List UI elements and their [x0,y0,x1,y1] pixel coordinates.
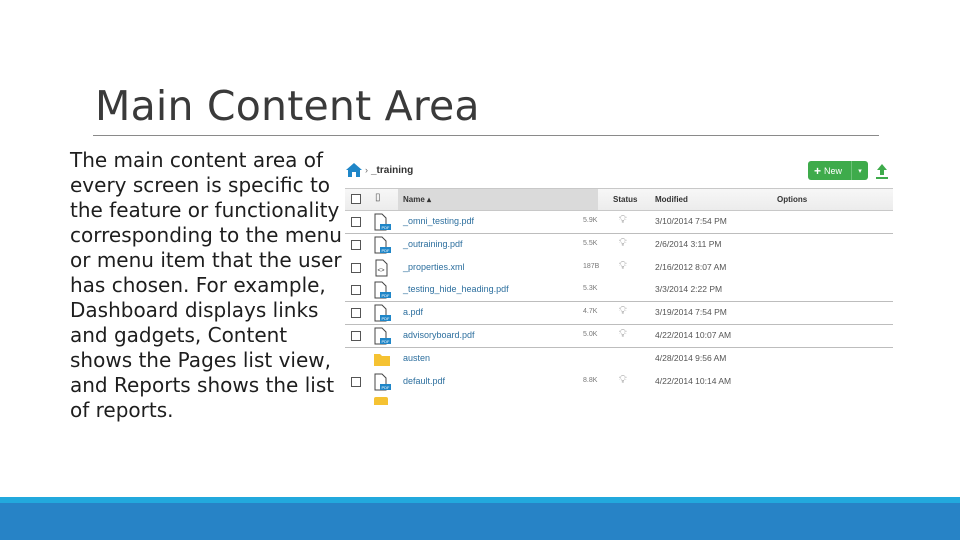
modified-date: 3/19/2014 7:54 PM [655,307,727,317]
pdf-file-icon: PDF [373,236,393,255]
file-size: 5.5K [583,240,598,247]
svg-text:PDF: PDF [382,339,391,344]
row-checkbox[interactable] [351,240,361,250]
column-options: Options [777,195,808,204]
file-name-link[interactable]: austen [403,353,430,363]
file-name-link[interactable]: _testing_hide_heading.pdf [403,284,509,294]
content-browser-screenshot: › _training + New ▾ ▯ Name ▴ Status Modi… [345,155,893,405]
breadcrumb-separator: › [365,165,368,175]
pdf-file-icon: PDF [373,373,393,392]
footer-band [0,503,960,540]
table-row[interactable]: <> _properties.xml 187B 💡︎ 2/16/2012 8:07 AM [345,257,893,279]
lightbulb-icon: 💡︎ [619,305,627,317]
file-name-link[interactable]: a.pdf [403,307,423,317]
modified-date: 3/10/2014 7:54 PM [655,216,727,226]
row-checkbox[interactable] [351,331,361,341]
column-modified[interactable]: Modified [655,195,688,204]
new-button[interactable]: + New ▾ [808,161,868,180]
modified-date: 2/6/2014 3:11 PM [655,239,722,249]
new-button-label: New [824,165,843,176]
pdf-file-icon: PDF [373,327,393,346]
file-name-link[interactable]: _properties.xml [403,262,465,272]
svg-text:PDF: PDF [382,293,391,298]
lightbulb-icon: 💡︎ [619,237,627,249]
pdf-file-icon: PDF [373,213,393,232]
file-name-link[interactable]: default.pdf [403,376,445,386]
svg-text:PDF: PDF [382,248,391,253]
xml-file-icon: <> [373,259,393,278]
row-checkbox[interactable] [351,285,361,295]
lightbulb-icon: 💡︎ [619,214,627,226]
lightbulb-icon: 💡︎ [619,328,627,340]
column-name[interactable]: Name ▴ [403,195,431,204]
title-divider [93,135,879,136]
modified-date: 4/28/2014 9:56 AM [655,353,727,363]
column-status[interactable]: Status [613,195,637,204]
table-row[interactable]: PDF _testing_hide_heading.pdf 5.3K 3/3/2014… [345,279,893,302]
table-row[interactable]: PDF a.pdf 4.7K 💡︎ 3/19/2014 7:54 PM [345,302,893,325]
table-header: ▯ Name ▴ Status Modified Options [345,188,893,211]
breadcrumb-current[interactable]: _training [371,165,413,176]
home-icon[interactable] [345,162,363,178]
file-name-link[interactable]: _outraining.pdf [403,239,463,249]
file-size: 187B [583,263,600,270]
pdf-file-icon: PDF [373,304,393,323]
file-size: 8.8K [583,377,598,384]
table-row[interactable]: PDF _outraining.pdf 5.5K 💡︎ 2/6/2014 3:11 PM [345,234,893,256]
modified-date: 4/22/2014 10:07 AM [655,330,732,340]
lightbulb-icon: 💡︎ [619,374,627,386]
svg-text:PDF: PDF [382,225,391,230]
table-row[interactable]: PDF default.pdf 8.8K 💡︎ 4/22/2014 10:14 AM [345,371,893,393]
folder-icon [374,397,388,405]
caret-down-icon[interactable]: ▾ [851,161,868,180]
row-checkbox[interactable] [351,377,361,387]
slide-body-text: The main content area of every screen is… [70,148,342,422]
folder-icon [373,350,393,369]
upload-icon[interactable] [875,163,889,179]
table-row[interactable]: PDF _omni_testing.pdf 5.9K 💡︎ 3/10/2014 7:54… [345,211,893,234]
file-name-link[interactable]: _omni_testing.pdf [403,216,474,226]
modified-date: 4/22/2014 10:14 AM [655,376,732,386]
file-size: 4.7K [583,308,598,315]
svg-text:PDF: PDF [382,316,391,321]
slide-title: Main Content Area [95,82,480,130]
table-row[interactable]: austen 4/28/2014 9:56 AM [345,348,893,370]
modified-date: 3/3/2014 2:22 PM [655,284,723,294]
table-row[interactable]: PDF advisoryboard.pdf 5.0K 💡︎ 4/22/2014 10:0… [345,325,893,348]
row-checkbox[interactable] [351,308,361,318]
svg-text:PDF: PDF [382,385,391,390]
row-checkbox[interactable] [351,263,361,273]
file-size: 5.0K [583,331,598,338]
file-size: 5.9K [583,217,598,224]
modified-date: 2/16/2012 8:07 AM [655,262,727,272]
select-all-checkbox[interactable] [351,194,361,204]
file-size: 5.3K [583,285,598,292]
plus-icon: + [814,163,822,178]
file-name-link[interactable]: advisoryboard.pdf [403,330,475,340]
pdf-file-icon: PDF [373,281,393,300]
row-checkbox[interactable] [351,217,361,227]
file-type-icon: ▯ [375,192,381,203]
breadcrumb: › _training [345,161,413,179]
svg-text:<>: <> [378,268,386,274]
lightbulb-icon: 💡︎ [619,260,627,272]
